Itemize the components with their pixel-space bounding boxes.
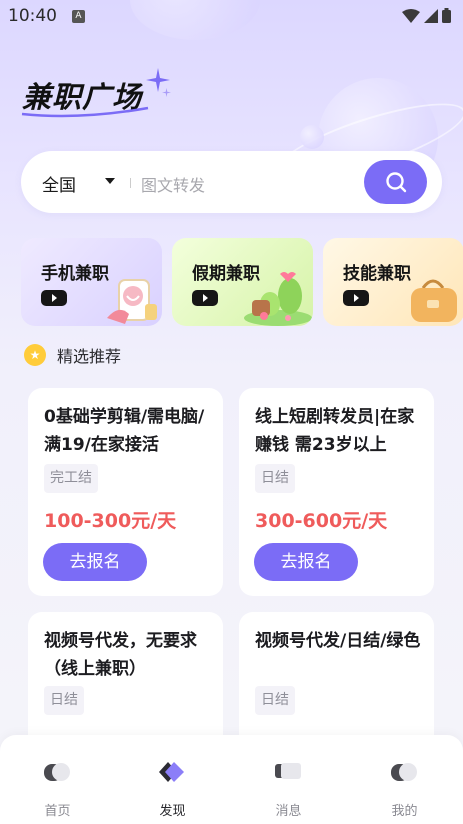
- underline-swoosh-icon: [21, 106, 149, 118]
- page-title-wrap: 兼职广场: [21, 68, 171, 118]
- search-divider: [130, 178, 131, 188]
- job-price: 300-600元/天: [255, 510, 388, 532]
- tab-messages[interactable]: 消息: [231, 735, 346, 824]
- job-price: 100-300元/天: [44, 510, 177, 532]
- home-icon: [44, 763, 70, 781]
- bottom-nav: 首页 发现 消息 我的: [0, 735, 463, 824]
- arrow-right-icon: [41, 290, 67, 306]
- battery-icon: [442, 8, 451, 23]
- island-icon: [244, 272, 312, 326]
- category-card-holiday[interactable]: 假期兼职: [172, 238, 313, 326]
- signal-icon: [424, 8, 438, 23]
- job-card[interactable]: 线上短剧转发员|在家赚钱 需23岁以上 日结 300-600元/天 去报名: [239, 388, 434, 596]
- chevron-down-icon[interactable]: [105, 178, 115, 184]
- settlement-tag: 完工结: [44, 464, 98, 493]
- job-title: 视频号代发/日结/绿色: [255, 631, 421, 651]
- category-label: 手机兼职: [41, 264, 109, 284]
- settlement-tag: 日结: [255, 686, 295, 715]
- tab-label: 首页: [44, 804, 71, 819]
- search-bar: 全国 图文转发: [21, 151, 442, 213]
- section-header: ★ 精选推荐: [24, 343, 121, 367]
- job-card[interactable]: 0基础学剪辑/需电脑/满19/在家接活 完工结 100-300元/天 去报名: [28, 388, 223, 596]
- profile-icon: [391, 763, 417, 781]
- job-title: 线上短剧转发员|在家赚钱 需23岁以上: [255, 407, 415, 455]
- tab-label: 消息: [275, 804, 302, 819]
- category-card-phone[interactable]: 手机兼职: [21, 238, 162, 326]
- category-label: 技能兼职: [343, 264, 411, 284]
- phone-hand-icon: [107, 279, 157, 324]
- status-icons: [402, 8, 451, 23]
- wifi-icon: [402, 8, 420, 23]
- category-row: 手机兼职 假期兼职 技能兼职: [21, 238, 463, 326]
- tab-label: 发现: [159, 804, 186, 819]
- apply-button[interactable]: 去报名: [254, 543, 358, 581]
- section-title: 精选推荐: [57, 347, 122, 366]
- job-title: 0基础学剪辑/需电脑/满19/在家接活: [44, 407, 205, 455]
- category-card-skill[interactable]: 技能兼职: [323, 238, 463, 326]
- status-bar: 10:40 A: [0, 0, 463, 34]
- tab-discover[interactable]: 发现: [115, 735, 230, 824]
- settlement-tag: 日结: [255, 464, 295, 493]
- region-selector[interactable]: 全国: [42, 171, 76, 196]
- discover-icon: [159, 762, 184, 782]
- tab-label: 我的: [391, 804, 418, 819]
- notification-a-icon: A: [72, 10, 85, 23]
- arrow-right-icon: [343, 290, 369, 306]
- search-icon: [385, 172, 406, 193]
- tab-home[interactable]: 首页: [0, 735, 115, 824]
- star-icon: ★: [24, 344, 46, 366]
- status-time: 10:40: [8, 6, 57, 26]
- apply-button[interactable]: 去报名: [43, 543, 147, 581]
- message-icon: [275, 763, 301, 779]
- search-input[interactable]: 图文转发: [141, 172, 205, 196]
- search-button[interactable]: [364, 160, 427, 204]
- job-title: 视频号代发，无要求（线上兼职）: [44, 631, 197, 679]
- settlement-tag: 日结: [44, 686, 84, 715]
- sparkle-small-icon: [162, 88, 171, 97]
- arrow-right-icon: [192, 290, 218, 306]
- bag-icon: [411, 279, 457, 322]
- tab-profile[interactable]: 我的: [347, 735, 462, 824]
